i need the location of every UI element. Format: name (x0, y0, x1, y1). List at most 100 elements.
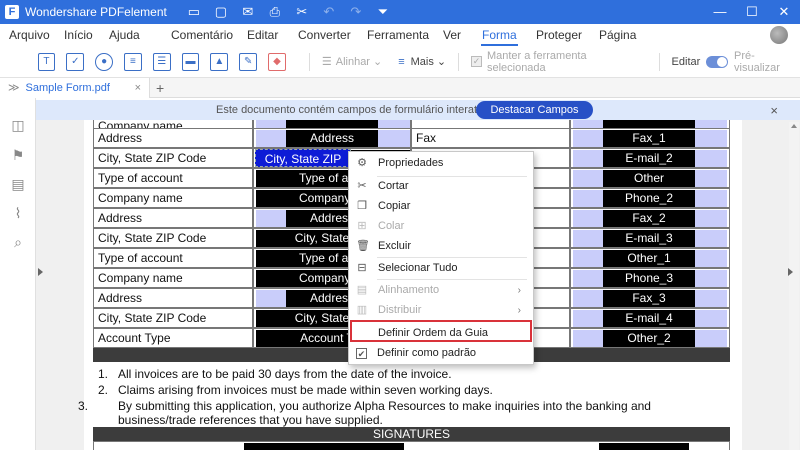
form-field[interactable]: Fax_1 (603, 130, 695, 147)
menu-pagina[interactable]: Página (598, 28, 637, 42)
collapse-sidebar-arrow-icon[interactable] (38, 268, 43, 276)
signature-tool-icon[interactable]: ✎ (239, 52, 258, 71)
form-field[interactable] (573, 130, 603, 147)
form-field[interactable] (573, 330, 603, 347)
chevron-down-icon[interactable]: ⌄ (437, 55, 446, 68)
form-field[interactable] (573, 310, 603, 327)
checkbox-tool-icon[interactable]: ✓ (66, 52, 85, 71)
preview-toggle[interactable] (706, 55, 729, 68)
form-field[interactable]: E-mail_3 (603, 230, 695, 247)
form-field[interactable]: Fax_3 (603, 290, 695, 307)
form-field[interactable] (573, 210, 603, 227)
menu-editar[interactable]: Editar (246, 28, 279, 42)
form-field[interactable]: Other_2 (603, 330, 695, 347)
form-field[interactable] (695, 130, 727, 147)
redo-icon[interactable]: ↷ (349, 4, 363, 20)
form-field[interactable] (695, 210, 727, 227)
form-field[interactable] (695, 150, 727, 167)
comment-icon[interactable]: ▤ (11, 177, 25, 191)
form-field[interactable]: Other_1 (603, 250, 695, 267)
form-field[interactable] (256, 210, 286, 227)
menu-ferramenta[interactable]: Ferramenta (366, 28, 430, 42)
form-field[interactable] (695, 170, 727, 187)
thumbnails-icon[interactable]: ◫ (11, 118, 25, 132)
vertical-scrollbar[interactable] (789, 122, 799, 450)
menu-item-definir-padrao[interactable]: ✔ Definir como padrão (349, 343, 533, 363)
form-field[interactable]: E-mail_2 (603, 150, 695, 167)
form-field[interactable] (573, 270, 603, 287)
new-tab-button[interactable]: + (156, 80, 164, 96)
more-dropdown[interactable]: Mais (411, 56, 434, 68)
form-field[interactable]: Other (603, 170, 695, 187)
user-avatar[interactable] (770, 26, 788, 44)
form-field[interactable] (695, 230, 727, 247)
selected-form-field[interactable]: City, State ZIP (255, 149, 351, 167)
list-box-tool-icon[interactable]: ☰ (152, 52, 171, 71)
document-tab[interactable]: ≫ Sample Form.pdf × (0, 77, 150, 98)
form-field[interactable] (573, 170, 603, 187)
menu-forma[interactable]: Forma (481, 28, 518, 46)
highlight-fields-button[interactable]: Destacar Campos (476, 101, 593, 119)
form-field[interactable] (573, 150, 603, 167)
scissors-icon[interactable]: ✂ (295, 4, 309, 20)
print-icon[interactable]: ⎙ (268, 4, 282, 20)
form-field[interactable] (695, 310, 727, 327)
more-icon[interactable]: ≡ (398, 56, 404, 68)
combo-box-tool-icon[interactable]: ≡ (124, 52, 142, 71)
search-icon[interactable]: ⌕ (11, 235, 25, 249)
menu-inicio[interactable]: Início (63, 28, 94, 42)
menu-item-selecionar-tudo[interactable]: ⊟ Selecionar Tudo (349, 258, 533, 278)
maximize-button[interactable]: ☐ (736, 0, 768, 24)
menu-converter[interactable]: Converter (297, 28, 352, 42)
text-field-icon[interactable]: T (37, 52, 56, 71)
close-button[interactable]: ✕ (768, 0, 800, 24)
attachment-icon[interactable]: ⌇ (11, 206, 25, 220)
form-field[interactable] (573, 230, 603, 247)
form-field[interactable] (256, 290, 286, 307)
form-field[interactable] (573, 250, 603, 267)
menu-item-propriedades[interactable]: ⚙ Propriedades (349, 153, 533, 173)
form-field[interactable] (695, 190, 727, 207)
menu-item-excluir[interactable]: 🗑 Excluir (349, 236, 533, 256)
menu-item-copiar[interactable]: ❐ Copiar (349, 196, 533, 216)
eraser-tool-icon[interactable]: ◆ (268, 52, 286, 71)
bookmark-icon[interactable]: ⚑ (11, 148, 25, 162)
form-field[interactable]: Address (286, 130, 378, 147)
signature-date-field[interactable] (599, 443, 689, 450)
signature-field[interactable] (244, 443, 404, 450)
form-field[interactable] (573, 290, 603, 307)
menu-ver[interactable]: Ver (442, 28, 462, 42)
form-field[interactable]: E-mail_4 (603, 310, 695, 327)
form-field[interactable]: Phone_2 (603, 190, 695, 207)
save-icon[interactable]: ▢ (214, 4, 228, 20)
email-icon[interactable]: ✉ (241, 4, 255, 20)
form-field[interactable] (695, 330, 727, 347)
image-tool-icon[interactable]: ▲ (210, 52, 229, 71)
expand-panel-arrow-icon[interactable] (788, 268, 793, 276)
form-field[interactable]: Phone_3 (603, 270, 695, 287)
menu-item-cortar[interactable]: ✂ Cortar (349, 176, 533, 196)
tab-list-icon[interactable]: ≫ (8, 81, 20, 94)
open-folder-icon[interactable]: ▭ (187, 4, 201, 20)
form-field[interactable] (695, 290, 727, 307)
minimize-button[interactable]: — (704, 0, 736, 24)
close-tab-icon[interactable]: × (135, 82, 141, 94)
menu-comentario[interactable]: Comentário (170, 28, 234, 42)
menu-proteger[interactable]: Proteger (535, 28, 583, 42)
menu-item-alinhamento: ▤ Alinhamento › (356, 284, 521, 296)
menu-arquivo[interactable]: Arquivo (8, 28, 51, 42)
form-field[interactable] (256, 130, 286, 147)
button-tool-icon[interactable]: ▬ (181, 52, 200, 71)
form-field[interactable]: Fax_2 (603, 210, 695, 227)
keep-tool-checkbox[interactable]: ✓ (471, 56, 482, 67)
scroll-up-icon[interactable] (791, 124, 797, 128)
menu-ajuda[interactable]: Ajuda (108, 28, 141, 42)
radio-button-tool-icon[interactable]: ● (95, 52, 113, 71)
undo-icon[interactable]: ↶ (322, 4, 336, 20)
form-field[interactable] (378, 130, 410, 147)
form-field[interactable] (695, 270, 727, 287)
form-field[interactable] (573, 190, 603, 207)
customize-dropdown-icon[interactable]: ⏷ (376, 4, 390, 20)
close-notification-icon[interactable]: × (770, 103, 778, 118)
form-field[interactable] (695, 250, 727, 267)
